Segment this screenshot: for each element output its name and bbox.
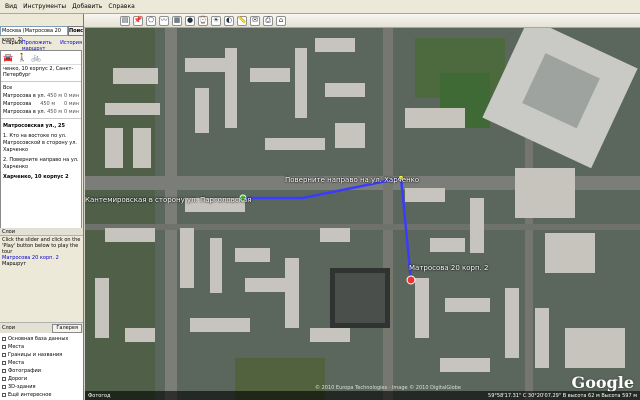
route-option-name: Матросова в ул. bbox=[3, 93, 46, 99]
destination-text: ченко, 10 корпус 2, Санкт-Петербург bbox=[3, 66, 74, 78]
email-icon[interactable]: ✉ bbox=[250, 15, 260, 26]
checkbox[interactable] bbox=[2, 337, 6, 341]
street-label: Кантемировская в сторону ул. Парголовска… bbox=[85, 196, 252, 204]
overlay-icon[interactable]: ▦ bbox=[172, 15, 182, 26]
tour-help-text: Click the slider and click on the 'Play'… bbox=[2, 237, 81, 255]
gallery-button[interactable]: Галерея bbox=[52, 323, 82, 333]
sun-icon[interactable]: ☀ bbox=[211, 15, 221, 26]
search-button[interactable]: Поиск bbox=[68, 26, 83, 36]
route-option-name: Матросова в ул. bbox=[3, 109, 46, 115]
history-icon[interactable]: ⌚ bbox=[198, 15, 208, 26]
route-option[interactable]: Матросова в ул. 450 м 0 мин bbox=[1, 108, 81, 116]
car-icon[interactable]: 🚘 bbox=[3, 53, 13, 63]
destination-marker bbox=[406, 275, 416, 285]
toolbar: ▤ 📌 ⬠ 〰 ▦ ● ⌚ ☀ ◐ 📏 ✉ ⎙ ⌂ bbox=[84, 14, 640, 28]
menu-tools[interactable]: Инструменты bbox=[20, 3, 69, 10]
menu-bar: Вид Инструменты Добавить Справка bbox=[0, 0, 640, 14]
status-coords: 59°58'17.31" С 30°20'07.29" В высота 62 … bbox=[488, 392, 637, 399]
layers-list: Основная база данных Места Границы и наз… bbox=[0, 333, 83, 400]
step-text: 2. Поверните направо на ул. Харченко bbox=[3, 157, 79, 170]
path-icon[interactable]: 〰 bbox=[159, 15, 169, 26]
checkbox[interactable] bbox=[2, 369, 6, 373]
layer-item[interactable]: Ещё интересное bbox=[2, 391, 82, 399]
maps-icon[interactable]: ⌂ bbox=[276, 15, 286, 26]
route-option-name: Матросова bbox=[3, 101, 32, 107]
route-step[interactable]: Матросовская ул., 25 bbox=[3, 123, 79, 130]
layer-label: Границы и названия bbox=[8, 352, 63, 358]
divider bbox=[1, 81, 81, 82]
step-bold: Матросовская ул., 25 bbox=[3, 123, 65, 129]
menu-view[interactable]: Вид bbox=[2, 3, 20, 10]
route-option-dist: 450 м bbox=[40, 101, 56, 107]
route-panel: 🚘 🚶 🚲 ченко, 10 корпус 2, Санкт-Петербур… bbox=[0, 50, 82, 230]
walk-icon[interactable]: 🚶 bbox=[17, 53, 27, 63]
route-option-dist: 450 м bbox=[47, 93, 63, 99]
layer-item[interactable]: Места bbox=[2, 343, 82, 351]
polygon-icon[interactable]: ⬠ bbox=[146, 15, 156, 26]
step-bold: Харченко, 10 корпус 2 bbox=[3, 174, 69, 180]
tour-help: Click the slider and click on the 'Play'… bbox=[0, 236, 83, 268]
google-logo: Google bbox=[571, 373, 634, 392]
turn-label: Поверните направо на ул. Харченко bbox=[285, 176, 420, 184]
layer-label: Ещё интересное bbox=[8, 392, 52, 398]
checkbox[interactable] bbox=[2, 393, 6, 397]
layer-label: 3D-здания bbox=[8, 384, 36, 390]
layer-label: Дороги bbox=[8, 376, 28, 382]
search-row: Москва (Матросова 20 корп. 2) Поиск bbox=[0, 26, 83, 43]
satellite-map[interactable]: Поверните направо на ул. Харченко Кантем… bbox=[85, 28, 640, 400]
step-text: 1. Кто на востоке по ул. Матросовской в … bbox=[3, 133, 77, 153]
bike-icon[interactable]: 🚲 bbox=[31, 53, 41, 63]
stats-label: Все bbox=[3, 85, 13, 91]
planet-icon[interactable]: ◐ bbox=[224, 15, 234, 26]
route-step[interactable]: Харченко, 10 корпус 2 bbox=[3, 174, 79, 181]
layers-bar: Слои Галерея bbox=[0, 322, 83, 333]
left-panel: Москва (Матросова 20 корп. 2) Поиск Стар… bbox=[0, 14, 84, 400]
placemark-icon[interactable]: 📌 bbox=[133, 15, 143, 26]
route-step[interactable]: 2. Поверните направо на ул. Харченко bbox=[3, 157, 79, 171]
route-option[interactable]: Матросова в ул. 450 м 0 мин bbox=[1, 92, 81, 100]
layer-label: Места bbox=[8, 344, 25, 350]
tour-route-label: Маршрут bbox=[2, 261, 27, 267]
travel-mode-row: 🚘 🚶 🚲 bbox=[1, 51, 81, 65]
route-steps: Матросовская ул., 25 1. Кто на востоке п… bbox=[1, 121, 81, 186]
map-imagery bbox=[85, 28, 640, 400]
layer-label: Фотографии bbox=[8, 368, 41, 374]
divider bbox=[1, 118, 81, 119]
menu-add[interactable]: Добавить bbox=[69, 3, 105, 10]
layer-item[interactable]: Основная база данных bbox=[2, 335, 82, 343]
checkbox[interactable] bbox=[2, 361, 6, 365]
status-bar: Фотогод 59°58'17.31" С 30°20'07.29" В вы… bbox=[85, 391, 640, 400]
checkbox[interactable] bbox=[2, 353, 6, 357]
layer-label: Основная база данных bbox=[8, 336, 69, 342]
layer-label: Места bbox=[8, 360, 25, 366]
layer-item[interactable]: Дороги bbox=[2, 375, 82, 383]
status-left: Фотогод bbox=[88, 392, 111, 399]
checkbox[interactable] bbox=[2, 385, 6, 389]
ruler-icon[interactable]: 📏 bbox=[237, 15, 247, 26]
route-step[interactable]: 1. Кто на востоке по ул. Матросовской в … bbox=[3, 133, 79, 154]
route-option-time: 0 мин bbox=[63, 109, 79, 115]
route-option-dist: 450 м bbox=[47, 109, 63, 115]
layer-item[interactable]: Границы и названия bbox=[2, 351, 82, 359]
layer-item[interactable]: Фотографии bbox=[2, 367, 82, 375]
search-input[interactable]: Москва (Матросова 20 корп. 2) bbox=[0, 26, 68, 43]
menu-help[interactable]: Справка bbox=[105, 3, 137, 10]
layers-label: Слои bbox=[2, 325, 15, 331]
places-header[interactable]: Слои bbox=[0, 228, 83, 236]
checkbox[interactable] bbox=[2, 345, 6, 349]
route-option-time: 0 мин bbox=[63, 101, 79, 107]
layer-item[interactable]: Места bbox=[2, 359, 82, 367]
tour-icon[interactable]: ● bbox=[185, 15, 195, 26]
destination-label: Матросова 20 корп. 2 bbox=[409, 264, 489, 272]
route-option-time: 0 мин bbox=[63, 93, 79, 99]
layer-item[interactable]: 3D-здания bbox=[2, 383, 82, 391]
route-option[interactable]: Матросова 450 м 0 мин bbox=[1, 100, 81, 108]
print-icon[interactable]: ⎙ bbox=[263, 15, 273, 26]
sidebar-toggle-icon[interactable]: ▤ bbox=[120, 15, 130, 26]
checkbox[interactable] bbox=[2, 377, 6, 381]
